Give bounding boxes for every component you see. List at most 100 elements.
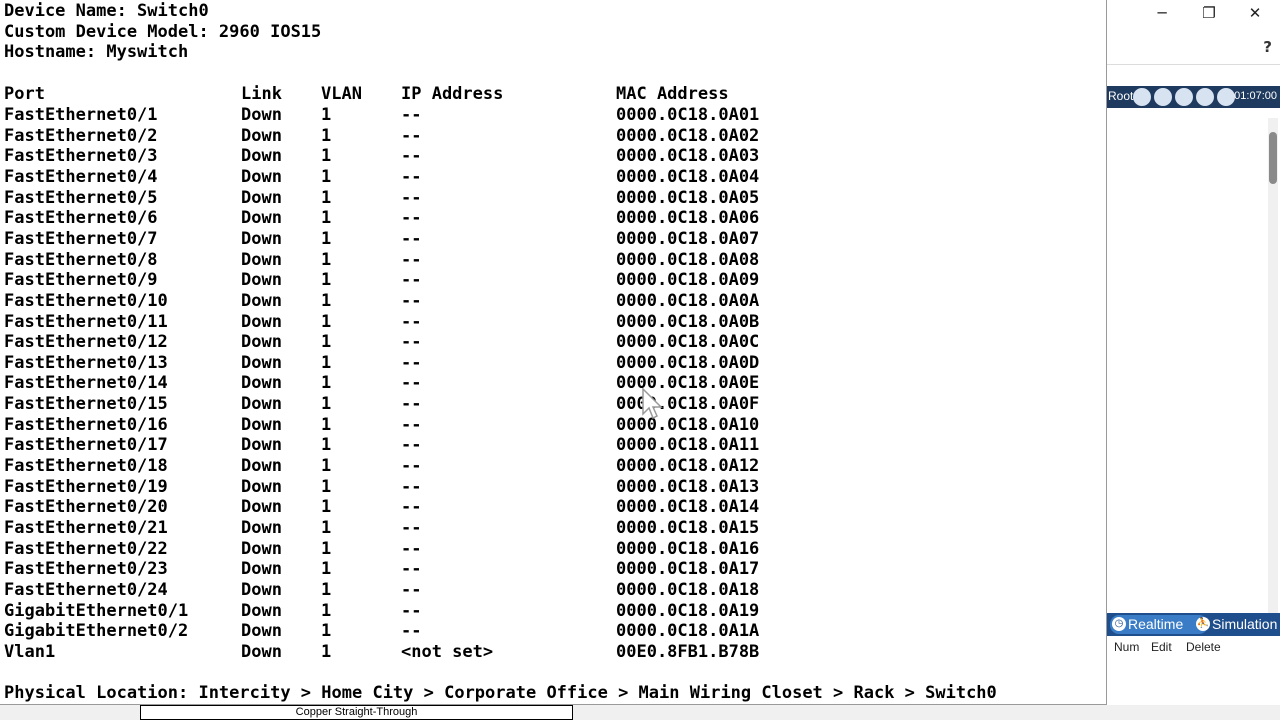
mac-cell: 0000.0C18.0A0F — [616, 394, 760, 415]
edit-button[interactable]: Edit — [1151, 640, 1172, 654]
cable-type-label: Copper Straight-Through — [140, 705, 573, 720]
ip-cell: -- — [401, 414, 422, 435]
table-row: FastEthernet0/16 Down 1 -- 0000.0C18.0A10 — [0, 415, 1100, 436]
mac-cell: 0000.0C18.0A14 — [616, 497, 760, 518]
link-cell: Down — [241, 249, 282, 270]
link-cell: Down — [241, 187, 282, 208]
vlan-cell: 1 — [321, 538, 332, 559]
ip-cell: -- — [401, 476, 422, 497]
status-bar: Copper Straight-Through — [0, 705, 1280, 720]
link-cell: Down — [241, 641, 282, 662]
vlan-cell: 1 — [321, 456, 332, 477]
ip-cell: -- — [401, 600, 422, 621]
scrollbar-thumb[interactable] — [1269, 132, 1277, 184]
mac-cell: 0000.0C18.0A03 — [616, 146, 760, 167]
port-cell: FastEthernet0/9 — [4, 270, 158, 291]
link-cell: Down — [241, 228, 282, 249]
table-row: FastEthernet0/4 Down 1 -- 0000.0C18.0A04 — [0, 167, 1100, 188]
table-row: FastEthernet0/14 Down 1 -- 0000.0C18.0A0E — [0, 373, 1100, 394]
link-cell: Down — [241, 538, 282, 559]
link-cell: Down — [241, 166, 282, 187]
table-row: FastEthernet0/11 Down 1 -- 0000.0C18.0A0B — [0, 312, 1100, 333]
link-cell: Down — [241, 146, 282, 167]
mac-cell: 0000.0C18.0A02 — [616, 125, 760, 146]
vlan-cell: 1 — [321, 311, 332, 332]
image-icon[interactable] — [1196, 88, 1214, 106]
table-row: FastEthernet0/10 Down 1 -- 0000.0C18.0A0A — [0, 291, 1100, 312]
mac-cell: 0000.0C18.0A0E — [616, 373, 760, 394]
hostname-line: Hostname: Myswitch — [4, 42, 189, 62]
restore-button[interactable]: ❐ — [1189, 2, 1229, 24]
mac-cell: 0000.0C18.0A10 — [616, 414, 760, 435]
ip-cell: -- — [401, 270, 422, 291]
viewport-icon[interactable] — [1217, 88, 1235, 106]
ip-cell: -- — [401, 228, 422, 249]
vlan-cell: 1 — [321, 641, 332, 662]
port-cell: FastEthernet0/1 — [4, 105, 158, 125]
port-cell: FastEthernet0/13 — [4, 352, 168, 373]
vlan-cell: 1 — [321, 249, 332, 270]
vlan-cell: 1 — [321, 352, 332, 373]
window-titlebar: ─ ❐ ✕ — [1107, 0, 1280, 28]
table-row: FastEthernet0/19 Down 1 -- 0000.0C18.0A13 — [0, 477, 1100, 498]
port-cell: FastEthernet0/19 — [4, 476, 168, 497]
vlan-cell: 1 — [321, 146, 332, 167]
ip-cell: -- — [401, 456, 422, 477]
link-cell: Down — [241, 373, 282, 394]
mac-cell: 0000.0C18.0A18 — [616, 579, 760, 600]
minimize-button[interactable]: ─ — [1142, 2, 1182, 24]
ip-cell: -- — [401, 125, 422, 146]
back-icon[interactable] — [1133, 88, 1151, 106]
table-row: Vlan1 Down 1 <not set> 00E0.8FB1.B78B — [0, 642, 1100, 663]
tab-simulation[interactable]: ⛹ Simulation — [1194, 615, 1280, 634]
port-cell: Vlan1 — [4, 641, 56, 662]
vlan-cell: 1 — [321, 476, 332, 497]
tab-realtime-label: Realtime — [1128, 616, 1184, 632]
port-cell: FastEthernet0/2 — [4, 125, 158, 146]
vlan-cell: 1 — [321, 373, 332, 394]
port-cell: FastEthernet0/4 — [4, 166, 158, 187]
link-cell: Down — [241, 559, 282, 580]
move-icon[interactable] — [1175, 88, 1193, 106]
port-cell: GigabitEthernet0/1 — [4, 600, 189, 621]
mac-cell: 0000.0C18.0A0C — [616, 332, 760, 353]
link-cell: Down — [241, 476, 282, 497]
vlan-cell: 1 — [321, 270, 332, 291]
port-cell: FastEthernet0/21 — [4, 518, 168, 538]
vlan-cell: 1 — [321, 414, 332, 435]
root-label[interactable]: Root — [1108, 89, 1133, 103]
mouse-cursor-icon — [642, 388, 663, 420]
port-cell: FastEthernet0/12 — [4, 332, 168, 353]
mac-cell: 0000.0C18.0A16 — [616, 538, 760, 559]
tab-simulation-label: Simulation — [1212, 616, 1278, 632]
ip-cell: -- — [401, 187, 422, 208]
delete-button[interactable]: Delete — [1186, 640, 1221, 654]
table-row: FastEthernet0/3 Down 1 -- 0000.0C18.0A03 — [0, 146, 1100, 167]
table-row: FastEthernet0/2 Down 1 -- 0000.0C18.0A02 — [0, 126, 1100, 147]
logical-workspace[interactable] — [1107, 108, 1280, 613]
mac-cell: 0000.0C18.0A19 — [616, 600, 760, 621]
ip-cell: -- — [401, 579, 422, 600]
ip-cell: -- — [401, 394, 422, 415]
vlan-cell: 1 — [321, 208, 332, 229]
link-cell: Down — [241, 125, 282, 146]
vlan-cell: 1 — [321, 559, 332, 580]
link-cell: Down — [241, 579, 282, 600]
port-cell: FastEthernet0/6 — [4, 208, 158, 229]
port-cell: FastEthernet0/8 — [4, 249, 158, 270]
mac-cell: 0000.0C18.0A11 — [616, 435, 760, 456]
vertical-scrollbar[interactable] — [1268, 118, 1278, 613]
mac-cell: 0000.0C18.0A12 — [616, 456, 760, 477]
mac-cell: 0000.0C18.0A06 — [616, 208, 760, 229]
vlan-cell: 1 — [321, 187, 332, 208]
table-row: FastEthernet0/9 Down 1 -- 0000.0C18.0A09 — [0, 270, 1100, 291]
link-cell: Down — [241, 414, 282, 435]
table-row: FastEthernet0/12 Down 1 -- 0000.0C18.0A0C — [0, 332, 1100, 353]
menu-area: ? — [1107, 28, 1280, 65]
help-button[interactable]: ? — [1263, 38, 1272, 56]
ip-cell: -- — [401, 249, 422, 270]
close-button[interactable]: ✕ — [1235, 2, 1275, 24]
link-cell: Down — [241, 435, 282, 456]
cloud-icon[interactable] — [1154, 88, 1172, 106]
ip-cell: -- — [401, 518, 422, 538]
